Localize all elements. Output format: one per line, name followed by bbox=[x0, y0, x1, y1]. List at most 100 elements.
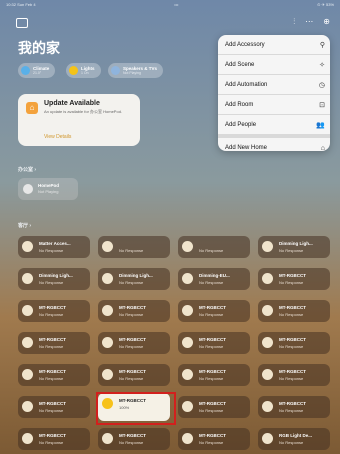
accessory-name: Matter Acces... bbox=[39, 241, 71, 246]
section-office[interactable]: 办公室 › bbox=[18, 166, 36, 173]
accessory-status: No Response bbox=[279, 248, 304, 253]
lightbulb-icon bbox=[262, 241, 273, 252]
more-icon[interactable]: ⋯ bbox=[305, 17, 313, 27]
accessory-status: No Response bbox=[119, 344, 144, 349]
accessory-tile[interactable]: MT-RGBCCT No Response bbox=[178, 332, 250, 354]
lightbulb-icon bbox=[102, 369, 113, 380]
lightbulb-icon bbox=[102, 433, 113, 444]
menu-add-new-home[interactable]: Add New Home ⌂ bbox=[218, 135, 330, 151]
people-icon: 👥 bbox=[316, 121, 325, 129]
accessory-name: MT-RGBCCT bbox=[119, 305, 146, 310]
accessory-name: Dimming Ligh... bbox=[39, 273, 73, 278]
accessory-tile[interactable]: MT-RGBCCT No Response bbox=[98, 332, 170, 354]
add-icon[interactable]: ⊕ bbox=[323, 17, 330, 27]
page-title: 我的家 bbox=[18, 40, 60, 56]
accessory-status: No Response bbox=[199, 280, 224, 285]
accessory-tile[interactable]: MT-RGBCCT No Response bbox=[178, 396, 250, 418]
lightbulb-icon bbox=[182, 369, 193, 380]
waveform-icon[interactable]: ⫶ bbox=[293, 17, 295, 27]
speaker-icon bbox=[111, 66, 120, 75]
accessory-tile[interactable]: No Response bbox=[98, 236, 170, 258]
accessory-name: MT-RGBCCT bbox=[199, 369, 226, 374]
accessory-status: No Response bbox=[279, 408, 304, 413]
menu-add-people[interactable]: Add People 👥 bbox=[218, 115, 330, 135]
accessory-status: No Response bbox=[199, 344, 224, 349]
lightbulb-icon bbox=[182, 337, 193, 348]
category-speakers[interactable]: Speakers & TVs Not Playing bbox=[108, 63, 164, 78]
status-time: 10:32 Sun Feb 4 bbox=[6, 2, 36, 7]
accessory-name: MT-RGBCCT bbox=[119, 433, 146, 438]
update-title: Update Available bbox=[44, 100, 100, 107]
accessory-tile[interactable]: No Response bbox=[178, 236, 250, 258]
accessory-tile[interactable]: Dimming-EU... No Response bbox=[178, 268, 250, 290]
home-app-screen: 10:32 Sun Feb 4 ••• ⊙ ✈ 53% ⫶ ⋯ ⊕ 我的家 Cl… bbox=[0, 0, 340, 454]
accessory-tile[interactable]: MT-RGBCCT No Response bbox=[258, 268, 330, 290]
accessory-status: No Response bbox=[39, 344, 64, 349]
accessory-name: MT-RGBCCT bbox=[39, 401, 66, 406]
menu-add-accessory[interactable]: Add Accessory ⚲ bbox=[218, 35, 330, 55]
sidebar-toggle-icon[interactable] bbox=[16, 18, 28, 28]
lightbulb-icon bbox=[182, 433, 193, 444]
accessory-status: No Response bbox=[39, 280, 64, 285]
accessory-name: MT-RGBCCT bbox=[39, 433, 66, 438]
accessory-tile[interactable]: Matter Acces... No Response bbox=[18, 236, 90, 258]
accessory-tile[interactable]: MT-RGBCCT No Response bbox=[98, 428, 170, 450]
accessory-tile[interactable]: MT-RGBCCT No Response bbox=[18, 332, 90, 354]
update-card[interactable]: ⌂ Update Available An update is availabl… bbox=[18, 94, 140, 146]
accessory-status: No Response bbox=[279, 280, 304, 285]
accessory-tile[interactable]: MT-RGBCCT No Response bbox=[178, 428, 250, 450]
view-details-link[interactable]: View Details bbox=[44, 134, 71, 140]
accessory-tile[interactable]: MT-RGBCCT No Response bbox=[258, 332, 330, 354]
accessory-tile[interactable]: MT-RGBCCT No Response bbox=[18, 428, 90, 450]
accessory-tile[interactable]: RGB Light De... No Response bbox=[258, 428, 330, 450]
accessory-status: No Response bbox=[39, 440, 64, 445]
menu-add-room[interactable]: Add Room ⊡ bbox=[218, 95, 330, 115]
clock-icon: ◷ bbox=[318, 81, 325, 89]
accessory-status: No Response bbox=[119, 312, 144, 317]
accessory-name: MT-RGBCCT bbox=[279, 273, 306, 278]
category-sub: Not Playing bbox=[123, 70, 141, 75]
accessory-tile[interactable]: Dimming Ligh... No Response bbox=[98, 268, 170, 290]
lightbulb-icon bbox=[22, 305, 33, 316]
accessory-tile[interactable]: MT-RGBCCT No Response bbox=[18, 364, 90, 386]
accessory-tile[interactable]: MT-RGBCCT No Response bbox=[98, 300, 170, 322]
scene-icon: ✧ bbox=[319, 61, 325, 69]
accessory-tile[interactable]: MT-RGBCCT No Response bbox=[258, 364, 330, 386]
accessory-name: MT-RGBCCT bbox=[199, 401, 226, 406]
accessory-status: No Response bbox=[279, 344, 304, 349]
lightbulb-icon bbox=[262, 337, 273, 348]
accessory-name: MT-RGBCCT bbox=[199, 305, 226, 310]
accessory-name: MT-RGBCCT bbox=[39, 369, 66, 374]
status-bar: 10:32 Sun Feb 4 ••• ⊙ ✈ 53% bbox=[6, 2, 334, 10]
lightbulb-icon bbox=[102, 273, 113, 284]
homepod-tile[interactable]: HomePod Not Playing bbox=[18, 178, 78, 200]
accessory-name: Dimming Ligh... bbox=[119, 273, 153, 278]
accessory-tile[interactable]: MT-RGBCCT No Response bbox=[258, 396, 330, 418]
accessory-tile[interactable]: MT-RGBCCT No Response bbox=[18, 300, 90, 322]
menu-label: Add Automation bbox=[225, 81, 268, 88]
category-climate[interactable]: Climate 21.0° bbox=[18, 63, 56, 78]
accessory-status: No Response bbox=[119, 248, 144, 253]
accessory-name: MT-RGBCCT bbox=[199, 433, 226, 438]
menu-add-scene[interactable]: Add Scene ✧ bbox=[218, 55, 330, 75]
accessory-status: No Response bbox=[279, 312, 304, 317]
category-lights[interactable]: Lights 1 On bbox=[66, 63, 101, 78]
menu-add-automation[interactable]: Add Automation ◷ bbox=[218, 75, 330, 95]
accessory-tile[interactable]: MT-RGBCCT No Response bbox=[98, 364, 170, 386]
accessory-status: No Response bbox=[199, 408, 224, 413]
accessory-tile[interactable]: MT-RGBCCT No Response bbox=[258, 300, 330, 322]
accessory-tile[interactable]: MT-RGBCCT No Response bbox=[18, 396, 90, 418]
lightbulb-icon bbox=[262, 433, 273, 444]
lightbulb-icon bbox=[102, 305, 113, 316]
accessory-tile[interactable]: Dimming Ligh... No Response bbox=[18, 268, 90, 290]
lightbulb-icon bbox=[22, 401, 33, 412]
category-sub: 1 On bbox=[81, 70, 89, 75]
accessory-tile[interactable]: Dimming Ligh... No Response bbox=[258, 236, 330, 258]
accessory-tile[interactable]: MT-RGBCCT No Response bbox=[178, 364, 250, 386]
accessory-status: No Response bbox=[119, 440, 144, 445]
accessory-name: RGB Light De... bbox=[279, 433, 312, 438]
accessory-tile[interactable]: MT-RGBCCT No Response bbox=[178, 300, 250, 322]
update-icon: ⌂ bbox=[26, 102, 38, 114]
accessory-name: MT-RGBCCT bbox=[199, 337, 226, 342]
section-room[interactable]: 客厅 › bbox=[18, 222, 31, 229]
